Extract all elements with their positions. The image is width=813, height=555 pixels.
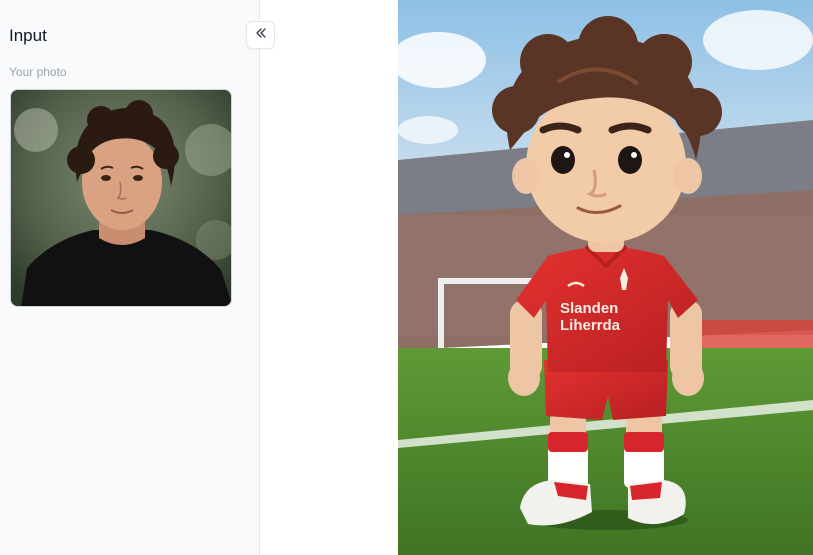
- input-sidebar: Input Your photo: [0, 0, 275, 555]
- input-photo[interactable]: [10, 89, 232, 307]
- chevrons-left-icon: [254, 26, 268, 45]
- generated-image[interactable]: Slanden Liherrda: [398, 0, 813, 555]
- sidebar-title: Input: [9, 26, 47, 45]
- jersey-text-line1: Slanden: [560, 300, 618, 317]
- collapse-sidebar-button[interactable]: [246, 21, 275, 49]
- your-photo-label: Your photo: [9, 65, 67, 79]
- jersey-text-line2: Liherrda: [560, 317, 621, 334]
